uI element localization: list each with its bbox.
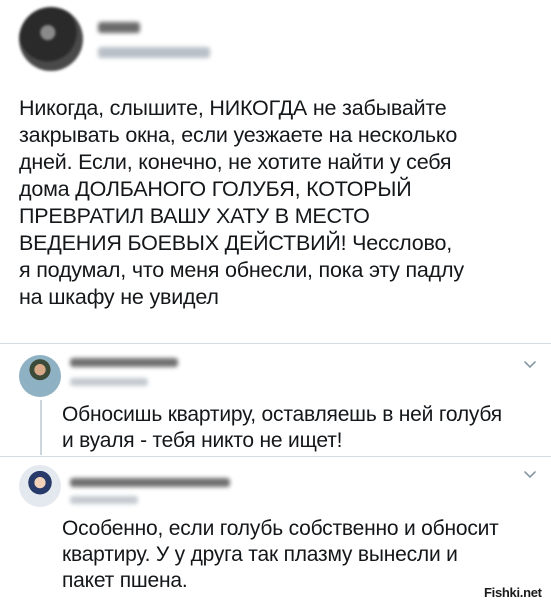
author-name-redacted[interactable]	[98, 22, 140, 33]
divider	[0, 343, 551, 344]
chevron-down-icon[interactable]	[523, 360, 537, 370]
author-handle-redacted[interactable]	[98, 47, 210, 58]
reply-author-handle-redacted[interactable]	[70, 378, 148, 386]
reply-text: Особенно, если голубь собственно и обнос…	[62, 517, 499, 592]
chevron-down-icon[interactable]	[523, 470, 537, 480]
reply-author-handle-redacted[interactable]	[70, 496, 138, 504]
tweet-text: Никогда, слышите, НИКОГДА не забывайте з…	[19, 96, 464, 309]
reply-author-name-redacted[interactable]	[70, 358, 178, 367]
site-watermark: Fishki.net	[484, 585, 542, 600]
author-avatar[interactable]	[19, 7, 83, 71]
divider	[0, 456, 551, 457]
thread-line	[40, 400, 42, 455]
reply-avatar[interactable]	[19, 355, 61, 397]
reply-avatar[interactable]	[19, 465, 61, 507]
reply-text: Обносишь квартиру, оставляешь в ней голу…	[62, 403, 502, 452]
reply-author-name-redacted[interactable]	[70, 478, 230, 487]
